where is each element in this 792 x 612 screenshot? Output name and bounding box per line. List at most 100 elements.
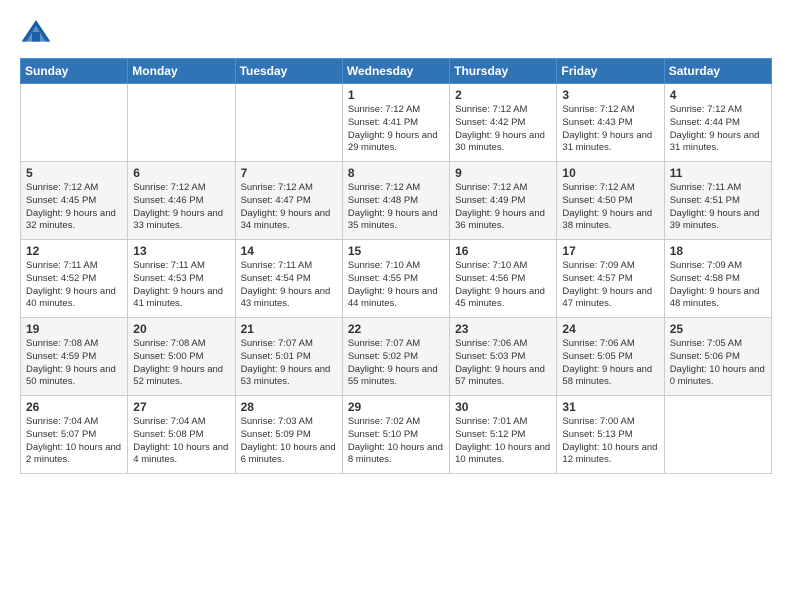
day-info: Sunrise: 7:12 AM Sunset: 4:45 PM Dayligh…: [26, 182, 122, 233]
calendar-cell: 16 Sunrise: 7:10 AM Sunset: 4:56 PM Dayli…: [450, 240, 557, 318]
weekday-header-friday: Friday: [557, 59, 664, 84]
calendar-cell: 10 Sunrise: 7:12 AM Sunset: 4:50 PM Dayli…: [557, 162, 664, 240]
day-info: Sunrise: 7:11 AM Sunset: 4:54 PM Dayligh…: [241, 260, 337, 311]
day-number: 10: [562, 166, 658, 180]
calendar-cell: 3 Sunrise: 7:12 AM Sunset: 4:43 PM Daylig…: [557, 84, 664, 162]
day-number: 20: [133, 322, 229, 336]
day-info: Sunrise: 7:00 AM Sunset: 5:13 PM Dayligh…: [562, 416, 658, 467]
weekday-header-thursday: Thursday: [450, 59, 557, 84]
day-number: 1: [348, 88, 444, 102]
weekday-header-wednesday: Wednesday: [342, 59, 449, 84]
calendar-cell: 13 Sunrise: 7:11 AM Sunset: 4:53 PM Dayli…: [128, 240, 235, 318]
calendar-cell: 27 Sunrise: 7:04 AM Sunset: 5:08 PM Dayli…: [128, 396, 235, 474]
day-number: 26: [26, 400, 122, 414]
calendar-cell: 29 Sunrise: 7:02 AM Sunset: 5:10 PM Dayli…: [342, 396, 449, 474]
day-number: 16: [455, 244, 551, 258]
weekday-header-saturday: Saturday: [664, 59, 771, 84]
day-info: Sunrise: 7:12 AM Sunset: 4:43 PM Dayligh…: [562, 104, 658, 155]
day-number: 5: [26, 166, 122, 180]
calendar-cell: 25 Sunrise: 7:05 AM Sunset: 5:06 PM Dayli…: [664, 318, 771, 396]
calendar-cell: 7 Sunrise: 7:12 AM Sunset: 4:47 PM Daylig…: [235, 162, 342, 240]
day-info: Sunrise: 7:07 AM Sunset: 5:02 PM Dayligh…: [348, 338, 444, 389]
calendar-cell: 28Sunrise: 7:03 AM Sunset: 5:09 PM Dayli…: [235, 396, 342, 474]
weekday-header-tuesday: Tuesday: [235, 59, 342, 84]
day-number: 6: [133, 166, 229, 180]
day-number: 27: [133, 400, 229, 414]
calendar-cell: 6 Sunrise: 7:12 AM Sunset: 4:46 PM Daylig…: [128, 162, 235, 240]
day-info: Sunrise: 7:08 AM Sunset: 5:00 PM Dayligh…: [133, 338, 229, 389]
day-number: 30: [455, 400, 551, 414]
logo-icon: [20, 16, 52, 48]
day-info: Sunrise: 7:04 AM Sunset: 5:08 PM Dayligh…: [133, 416, 229, 467]
calendar-cell: [235, 84, 342, 162]
day-number: 12: [26, 244, 122, 258]
day-number: 28: [241, 400, 337, 414]
day-number: 25: [670, 322, 766, 336]
weekday-header-row: SundayMondayTuesdayWednesdayThursdayFrid…: [21, 59, 772, 84]
day-info: Sunrise: 7:12 AM Sunset: 4:44 PM Dayligh…: [670, 104, 766, 155]
calendar-table: SundayMondayTuesdayWednesdayThursdayFrid…: [20, 58, 772, 474]
day-info: Sunrise: 7:12 AM Sunset: 4:48 PM Dayligh…: [348, 182, 444, 233]
calendar-cell: 11 Sunrise: 7:11 AM Sunset: 4:51 PM Dayli…: [664, 162, 771, 240]
day-info: Sunrise: 7:12 AM Sunset: 4:50 PM Dayligh…: [562, 182, 658, 233]
day-info: Sunrise: 7:09 AM Sunset: 4:58 PM Dayligh…: [670, 260, 766, 311]
calendar-cell: 2 Sunrise: 7:12 AM Sunset: 4:42 PM Daylig…: [450, 84, 557, 162]
calendar-cell: 22Sunrise: 7:07 AM Sunset: 5:02 PM Dayli…: [342, 318, 449, 396]
day-number: 7: [241, 166, 337, 180]
calendar-cell: 18Sunrise: 7:09 AM Sunset: 4:58 PM Dayli…: [664, 240, 771, 318]
calendar-cell: 24 Sunrise: 7:06 AM Sunset: 5:05 PM Dayli…: [557, 318, 664, 396]
calendar-cell: 30 Sunrise: 7:01 AM Sunset: 5:12 PM Dayli…: [450, 396, 557, 474]
day-info: Sunrise: 7:12 AM Sunset: 4:49 PM Dayligh…: [455, 182, 551, 233]
week-row-5: 26 Sunrise: 7:04 AM Sunset: 5:07 PM Dayli…: [21, 396, 772, 474]
day-info: Sunrise: 7:02 AM Sunset: 5:10 PM Dayligh…: [348, 416, 444, 467]
day-info: Sunrise: 7:11 AM Sunset: 4:53 PM Dayligh…: [133, 260, 229, 311]
calendar-cell: 5 Sunrise: 7:12 AM Sunset: 4:45 PM Daylig…: [21, 162, 128, 240]
week-row-2: 5 Sunrise: 7:12 AM Sunset: 4:45 PM Daylig…: [21, 162, 772, 240]
day-number: 29: [348, 400, 444, 414]
day-number: 2: [455, 88, 551, 102]
calendar-cell: [128, 84, 235, 162]
day-info: Sunrise: 7:07 AM Sunset: 5:01 PM Dayligh…: [241, 338, 337, 389]
calendar-cell: 31 Sunrise: 7:00 AM Sunset: 5:13 PM Dayli…: [557, 396, 664, 474]
day-info: Sunrise: 7:04 AM Sunset: 5:07 PM Dayligh…: [26, 416, 122, 467]
day-number: 14: [241, 244, 337, 258]
page: SundayMondayTuesdayWednesdayThursdayFrid…: [0, 0, 792, 484]
day-number: 31: [562, 400, 658, 414]
header: [20, 16, 772, 48]
calendar-cell: 20 Sunrise: 7:08 AM Sunset: 5:00 PM Dayli…: [128, 318, 235, 396]
day-info: Sunrise: 7:05 AM Sunset: 5:06 PM Dayligh…: [670, 338, 766, 389]
calendar-cell: [21, 84, 128, 162]
calendar-cell: 26 Sunrise: 7:04 AM Sunset: 5:07 PM Dayli…: [21, 396, 128, 474]
day-info: Sunrise: 7:10 AM Sunset: 4:56 PM Dayligh…: [455, 260, 551, 311]
week-row-1: 1 Sunrise: 7:12 AM Sunset: 4:41 PM Daylig…: [21, 84, 772, 162]
day-info: Sunrise: 7:06 AM Sunset: 5:05 PM Dayligh…: [562, 338, 658, 389]
day-info: Sunrise: 7:12 AM Sunset: 4:42 PM Dayligh…: [455, 104, 551, 155]
calendar-cell: 8Sunrise: 7:12 AM Sunset: 4:48 PM Daylig…: [342, 162, 449, 240]
day-info: Sunrise: 7:11 AM Sunset: 4:51 PM Dayligh…: [670, 182, 766, 233]
day-info: Sunrise: 7:12 AM Sunset: 4:41 PM Dayligh…: [348, 104, 444, 155]
weekday-header-sunday: Sunday: [21, 59, 128, 84]
day-number: 17: [562, 244, 658, 258]
calendar-cell: 23Sunrise: 7:06 AM Sunset: 5:03 PM Dayli…: [450, 318, 557, 396]
day-number: 13: [133, 244, 229, 258]
day-info: Sunrise: 7:09 AM Sunset: 4:57 PM Dayligh…: [562, 260, 658, 311]
day-info: Sunrise: 7:08 AM Sunset: 4:59 PM Dayligh…: [26, 338, 122, 389]
calendar-cell: [664, 396, 771, 474]
day-info: Sunrise: 7:12 AM Sunset: 4:46 PM Dayligh…: [133, 182, 229, 233]
day-number: 9: [455, 166, 551, 180]
day-number: 4: [670, 88, 766, 102]
day-number: 24: [562, 322, 658, 336]
day-info: Sunrise: 7:12 AM Sunset: 4:47 PM Dayligh…: [241, 182, 337, 233]
calendar-cell: 1 Sunrise: 7:12 AM Sunset: 4:41 PM Daylig…: [342, 84, 449, 162]
weekday-header-monday: Monday: [128, 59, 235, 84]
calendar-cell: 21Sunrise: 7:07 AM Sunset: 5:01 PM Dayli…: [235, 318, 342, 396]
day-number: 11: [670, 166, 766, 180]
day-number: 3: [562, 88, 658, 102]
calendar-cell: 17 Sunrise: 7:09 AM Sunset: 4:57 PM Dayli…: [557, 240, 664, 318]
calendar-cell: 19Sunrise: 7:08 AM Sunset: 4:59 PM Dayli…: [21, 318, 128, 396]
day-info: Sunrise: 7:10 AM Sunset: 4:55 PM Dayligh…: [348, 260, 444, 311]
day-number: 15: [348, 244, 444, 258]
day-info: Sunrise: 7:01 AM Sunset: 5:12 PM Dayligh…: [455, 416, 551, 467]
week-row-4: 19Sunrise: 7:08 AM Sunset: 4:59 PM Dayli…: [21, 318, 772, 396]
day-info: Sunrise: 7:06 AM Sunset: 5:03 PM Dayligh…: [455, 338, 551, 389]
